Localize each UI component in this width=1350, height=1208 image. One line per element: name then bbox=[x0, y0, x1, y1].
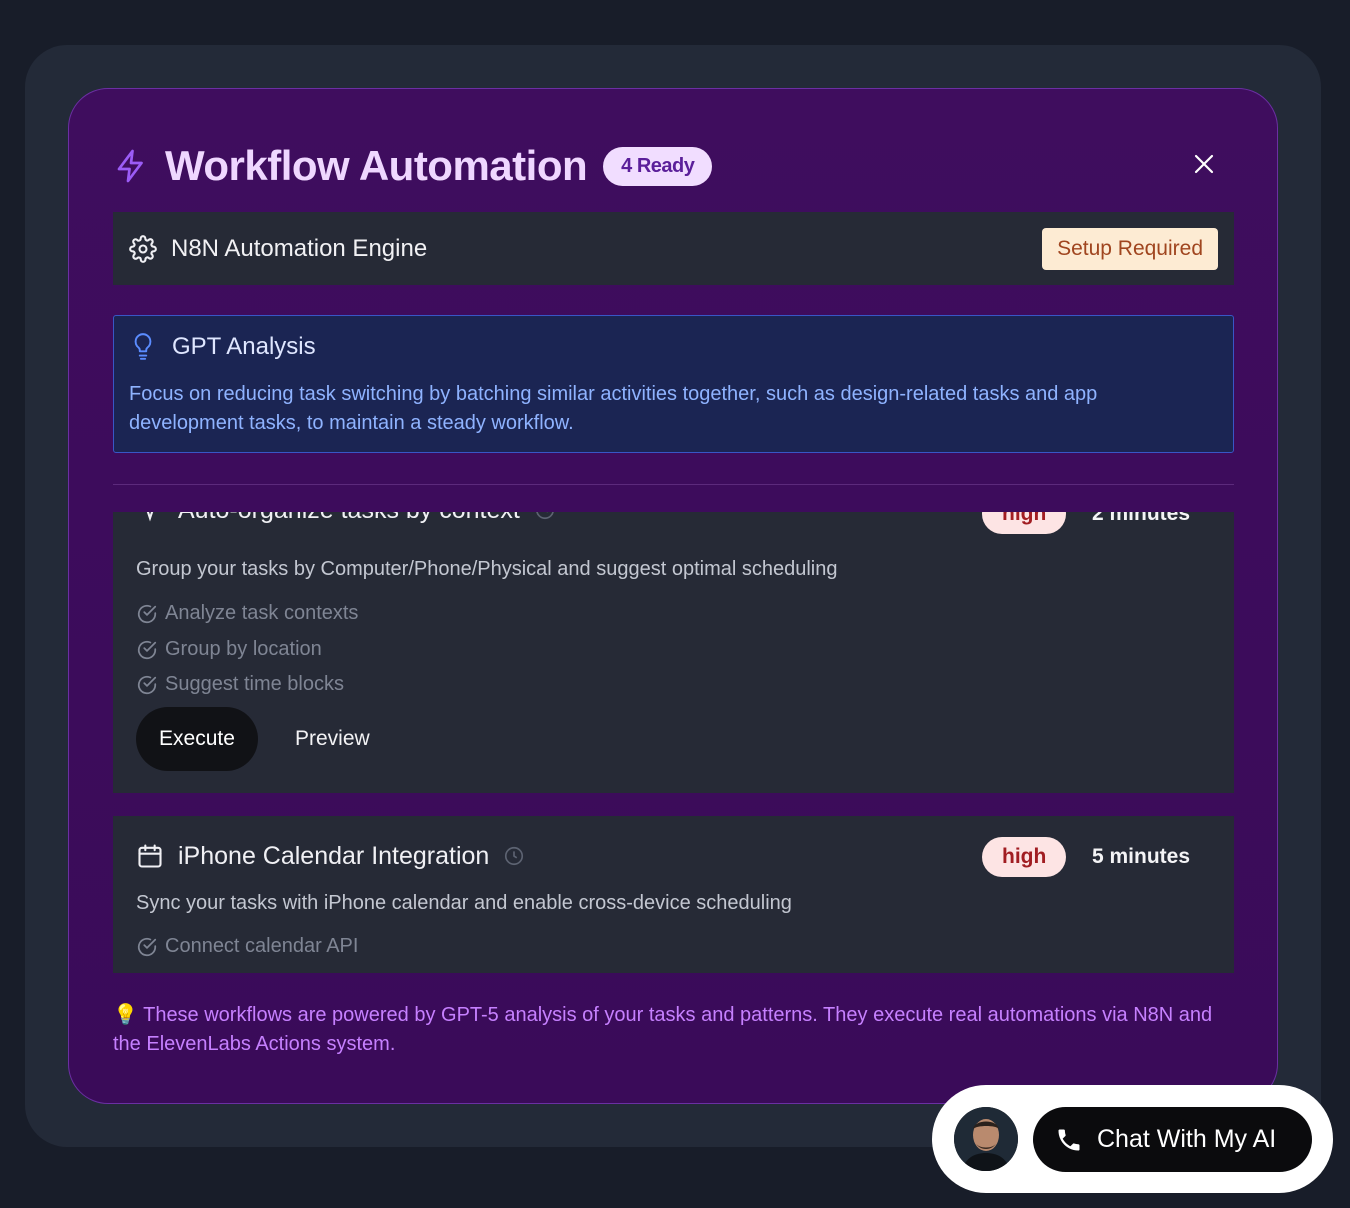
workflow-automation-modal: Workflow Automation 4 Ready N8N Automati… bbox=[68, 88, 1278, 1104]
preview-button[interactable]: Preview bbox=[279, 707, 386, 771]
lightbulb-icon bbox=[130, 332, 156, 362]
close-icon bbox=[1194, 154, 1214, 174]
footer-note: 💡 These workflows are powered by GPT-5 a… bbox=[113, 1004, 1213, 1055]
clock-icon bbox=[534, 512, 556, 521]
divider bbox=[113, 484, 1234, 485]
sparkle-icon bbox=[136, 512, 164, 524]
workflow-description: Sync your tasks with iPhone calendar and… bbox=[136, 892, 792, 914]
duration-label: 2 minutes bbox=[1092, 512, 1191, 525]
modal-header: Workflow Automation 4 Ready bbox=[113, 141, 713, 191]
check-circle-icon bbox=[136, 639, 158, 661]
workflow-step: Suggest time blocks bbox=[136, 673, 344, 696]
workflow-step: Connect calendar API bbox=[136, 935, 358, 958]
gpt-analysis-panel: GPT Analysis Focus on reducing task swit… bbox=[113, 315, 1234, 453]
chat-with-ai-button[interactable]: Chat With My AI bbox=[1033, 1107, 1312, 1172]
workflow-description: Group your tasks by Computer/Phone/Physi… bbox=[136, 558, 838, 580]
calendar-icon bbox=[136, 842, 164, 870]
close-button[interactable] bbox=[1189, 149, 1219, 179]
check-circle-icon bbox=[136, 603, 158, 625]
automation-engine-bar: N8N Automation Engine Setup Required bbox=[113, 212, 1234, 285]
clock-icon bbox=[503, 845, 525, 867]
check-circle-icon bbox=[136, 674, 158, 696]
check-circle-icon bbox=[136, 936, 158, 958]
priority-badge: high bbox=[982, 837, 1067, 877]
workflow-name: iPhone Calendar Integration bbox=[178, 841, 490, 870]
gpt-analysis-text: Focus on reducing task switching by batc… bbox=[129, 383, 1098, 434]
chat-widget: Chat With My AI bbox=[932, 1085, 1333, 1193]
workflow-card: Auto-organize tasks by context high 2 mi… bbox=[113, 512, 1234, 793]
workflow-step: Analyze task contexts bbox=[136, 602, 358, 625]
engine-label: N8N Automation Engine bbox=[171, 234, 428, 262]
duration-label: 5 minutes bbox=[1092, 845, 1191, 868]
workflow-header: Auto-organize tasks by context bbox=[136, 512, 556, 530]
avatar[interactable] bbox=[954, 1107, 1018, 1171]
gpt-analysis-title: GPT Analysis bbox=[172, 333, 316, 360]
execute-button[interactable]: Execute bbox=[136, 707, 258, 771]
workflow-header: iPhone Calendar Integration bbox=[136, 836, 525, 876]
workflow-list[interactable]: Auto-organize tasks by context high 2 mi… bbox=[113, 512, 1234, 973]
bolt-icon bbox=[113, 148, 149, 184]
chat-label: Chat With My AI bbox=[1097, 1125, 1277, 1153]
gear-icon bbox=[129, 234, 157, 263]
ready-count-badge: 4 Ready bbox=[603, 146, 713, 186]
modal-title: Workflow Automation bbox=[165, 142, 588, 189]
phone-icon bbox=[1055, 1126, 1083, 1154]
workflow-name: Auto-organize tasks by context bbox=[178, 512, 520, 525]
workflow-step: Group by location bbox=[136, 638, 322, 661]
setup-required-badge[interactable]: Setup Required bbox=[1042, 228, 1218, 270]
priority-badge: high bbox=[982, 512, 1067, 534]
workflow-card: iPhone Calendar Integration high 5 minut… bbox=[113, 816, 1234, 973]
